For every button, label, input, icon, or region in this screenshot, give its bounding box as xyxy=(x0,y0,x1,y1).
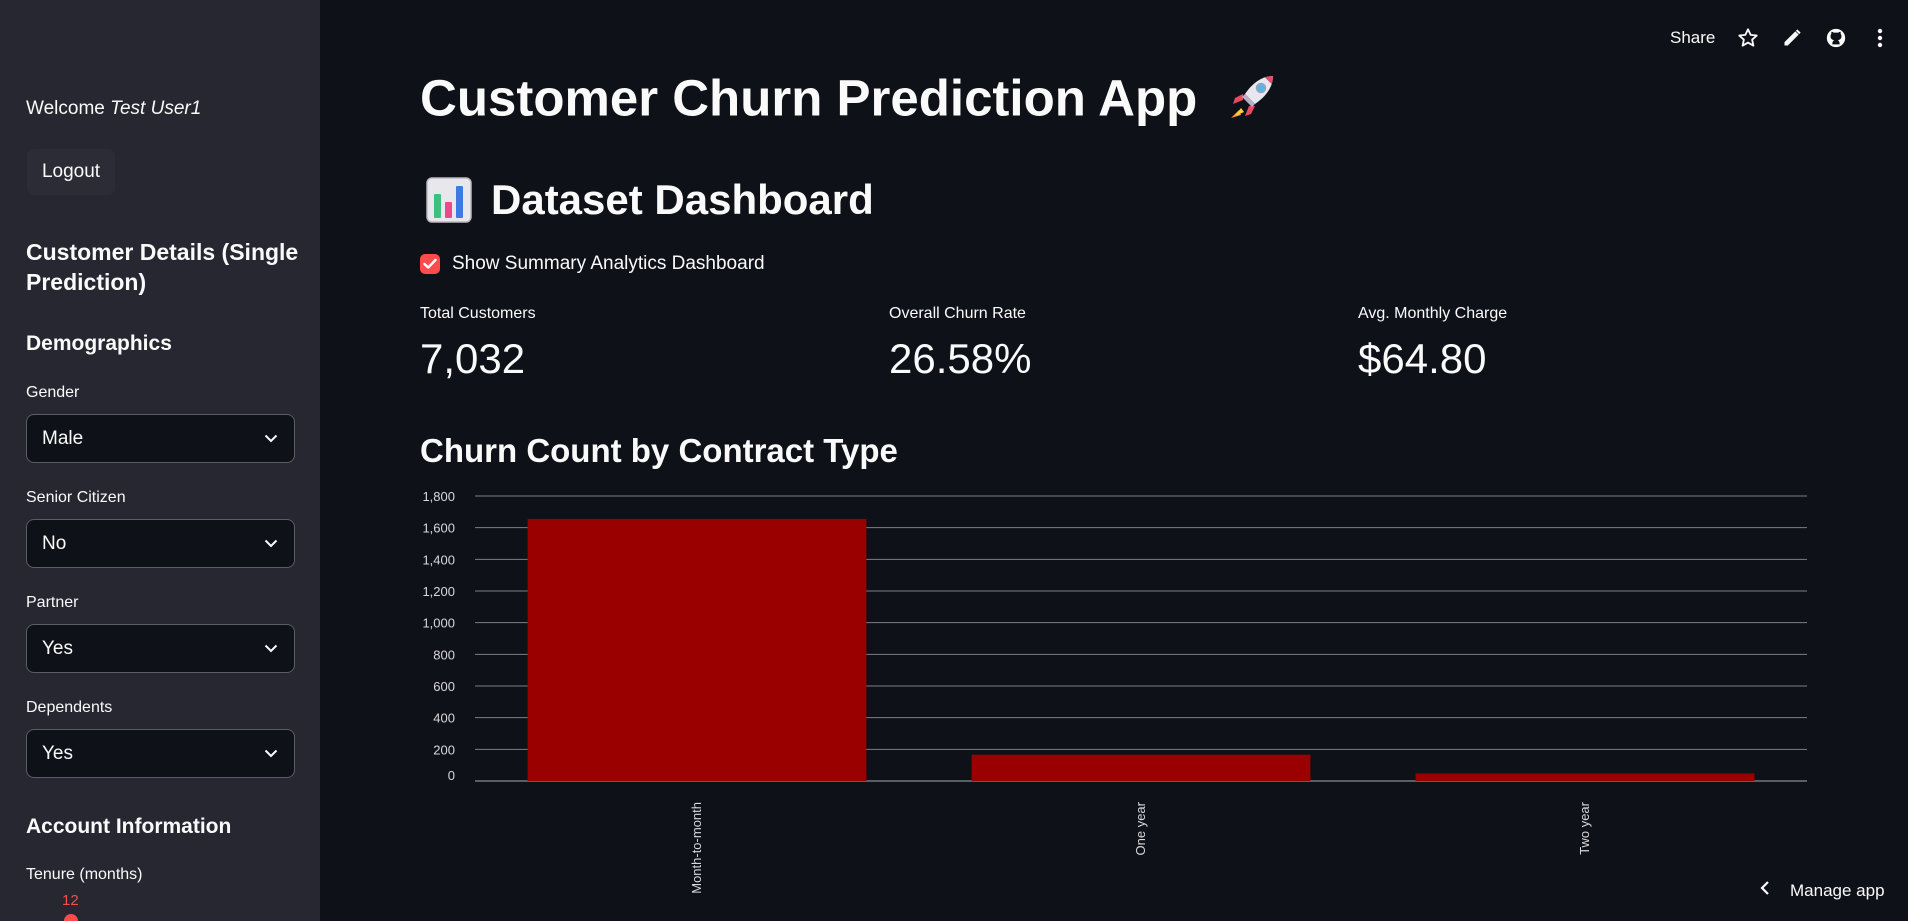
account-information-heading: Account Information xyxy=(26,815,232,838)
github-icon[interactable] xyxy=(1824,26,1848,50)
star-icon[interactable] xyxy=(1736,26,1760,50)
checkbox-label: Show Summary Analytics Dashboard xyxy=(452,253,765,274)
customer-details-heading: Customer Details (Single Prediction) xyxy=(26,239,299,295)
chart-title: Churn Count by Contract Type xyxy=(420,432,898,469)
logout-button[interactable]: Logout xyxy=(26,148,116,196)
metric-total-customers: Total Customers 7,032 xyxy=(420,305,536,383)
tenure-slider-thumb[interactable] xyxy=(64,914,78,921)
dependents-select[interactable]: Yes xyxy=(26,729,295,778)
partner-label: Partner xyxy=(26,594,79,611)
rocket-icon xyxy=(1225,68,1281,136)
senior-citizen-label: Senior Citizen xyxy=(26,489,126,506)
y-tick-label: 400 xyxy=(433,711,455,726)
partner-select[interactable]: Yes xyxy=(26,624,295,673)
share-button[interactable]: Share xyxy=(1670,28,1715,48)
chevron-left-icon xyxy=(1760,880,1770,901)
partner-value: Yes xyxy=(42,637,73,659)
y-tick-label: 1,600 xyxy=(422,521,455,536)
x-tick-label: Month-to-month xyxy=(689,802,704,894)
y-tick-label: 1,000 xyxy=(422,616,455,631)
y-tick-label: 1,400 xyxy=(422,552,455,567)
metric-label: Total Customers xyxy=(420,305,536,322)
checkbox-checked-icon[interactable] xyxy=(420,254,440,274)
y-tick-label: 0 xyxy=(448,768,455,783)
y-tick-label: 200 xyxy=(433,742,455,757)
tenure-label: Tenure (months) xyxy=(26,866,143,883)
tenure-slider-value: 12 xyxy=(62,892,79,909)
edit-pencil-icon[interactable] xyxy=(1780,26,1804,50)
sidebar: Welcome Test User1 Logout Customer Detai… xyxy=(0,0,320,921)
metric-avg-monthly-charge: Avg. Monthly Charge $64.80 xyxy=(1358,305,1507,383)
chevron-down-icon xyxy=(263,431,279,447)
dataset-dashboard-heading: Dataset Dashboard xyxy=(425,176,874,224)
page-title: Customer Churn Prediction App xyxy=(420,68,1281,136)
chevron-down-icon xyxy=(263,536,279,552)
metric-value: 7,032 xyxy=(420,335,526,382)
x-tick-label: Two year xyxy=(1577,801,1592,854)
y-tick-label: 1,800 xyxy=(422,489,455,504)
gender-label: Gender xyxy=(26,384,80,401)
gender-value: Male xyxy=(42,427,84,449)
manage-app-label: Manage app xyxy=(1790,880,1885,900)
manage-app-button[interactable]: Manage app xyxy=(1760,880,1885,901)
y-tick-label: 1,200 xyxy=(422,584,455,599)
metric-label: Overall Churn Rate xyxy=(889,305,1026,322)
bar xyxy=(527,518,867,781)
dependents-label: Dependents xyxy=(26,699,113,716)
chevron-down-icon xyxy=(263,641,279,657)
app-header: Share xyxy=(320,0,1908,76)
gender-select[interactable]: Male xyxy=(26,414,295,463)
dataset-dashboard-title: Dataset Dashboard xyxy=(491,176,874,223)
bar xyxy=(971,754,1311,781)
senior-citizen-value: No xyxy=(42,532,67,554)
metric-churn-rate: Overall Churn Rate 26.58% xyxy=(889,305,1031,383)
page-title-text: Customer Churn Prediction App xyxy=(420,69,1198,127)
chevron-down-icon xyxy=(263,746,279,762)
metric-label: Avg. Monthly Charge xyxy=(1358,305,1508,322)
churn-bar-chart: 0 200 400 600 800 1,000 1,200 1,400 1,600 1,800 Mo… xyxy=(422,489,1807,894)
welcome-prefix: Welcome xyxy=(26,98,105,119)
metric-value: $64.80 xyxy=(1358,335,1487,382)
y-tick-label: 600 xyxy=(433,679,455,694)
senior-citizen-select[interactable]: No xyxy=(26,519,295,568)
x-tick-label: One year xyxy=(1133,801,1148,855)
bar-chart-icon xyxy=(426,177,472,223)
more-menu-icon[interactable] xyxy=(1868,26,1892,50)
bar xyxy=(1415,773,1755,781)
demographics-heading: Demographics xyxy=(26,332,172,355)
welcome-text: Welcome Test User1 xyxy=(26,98,201,120)
user-name: Test User1 xyxy=(110,98,202,119)
y-tick-label: 800 xyxy=(433,647,455,662)
dependents-value: Yes xyxy=(42,742,73,764)
show-summary-checkbox[interactable]: Show Summary Analytics Dashboard xyxy=(420,253,765,275)
metric-value: 26.58% xyxy=(889,335,1032,382)
